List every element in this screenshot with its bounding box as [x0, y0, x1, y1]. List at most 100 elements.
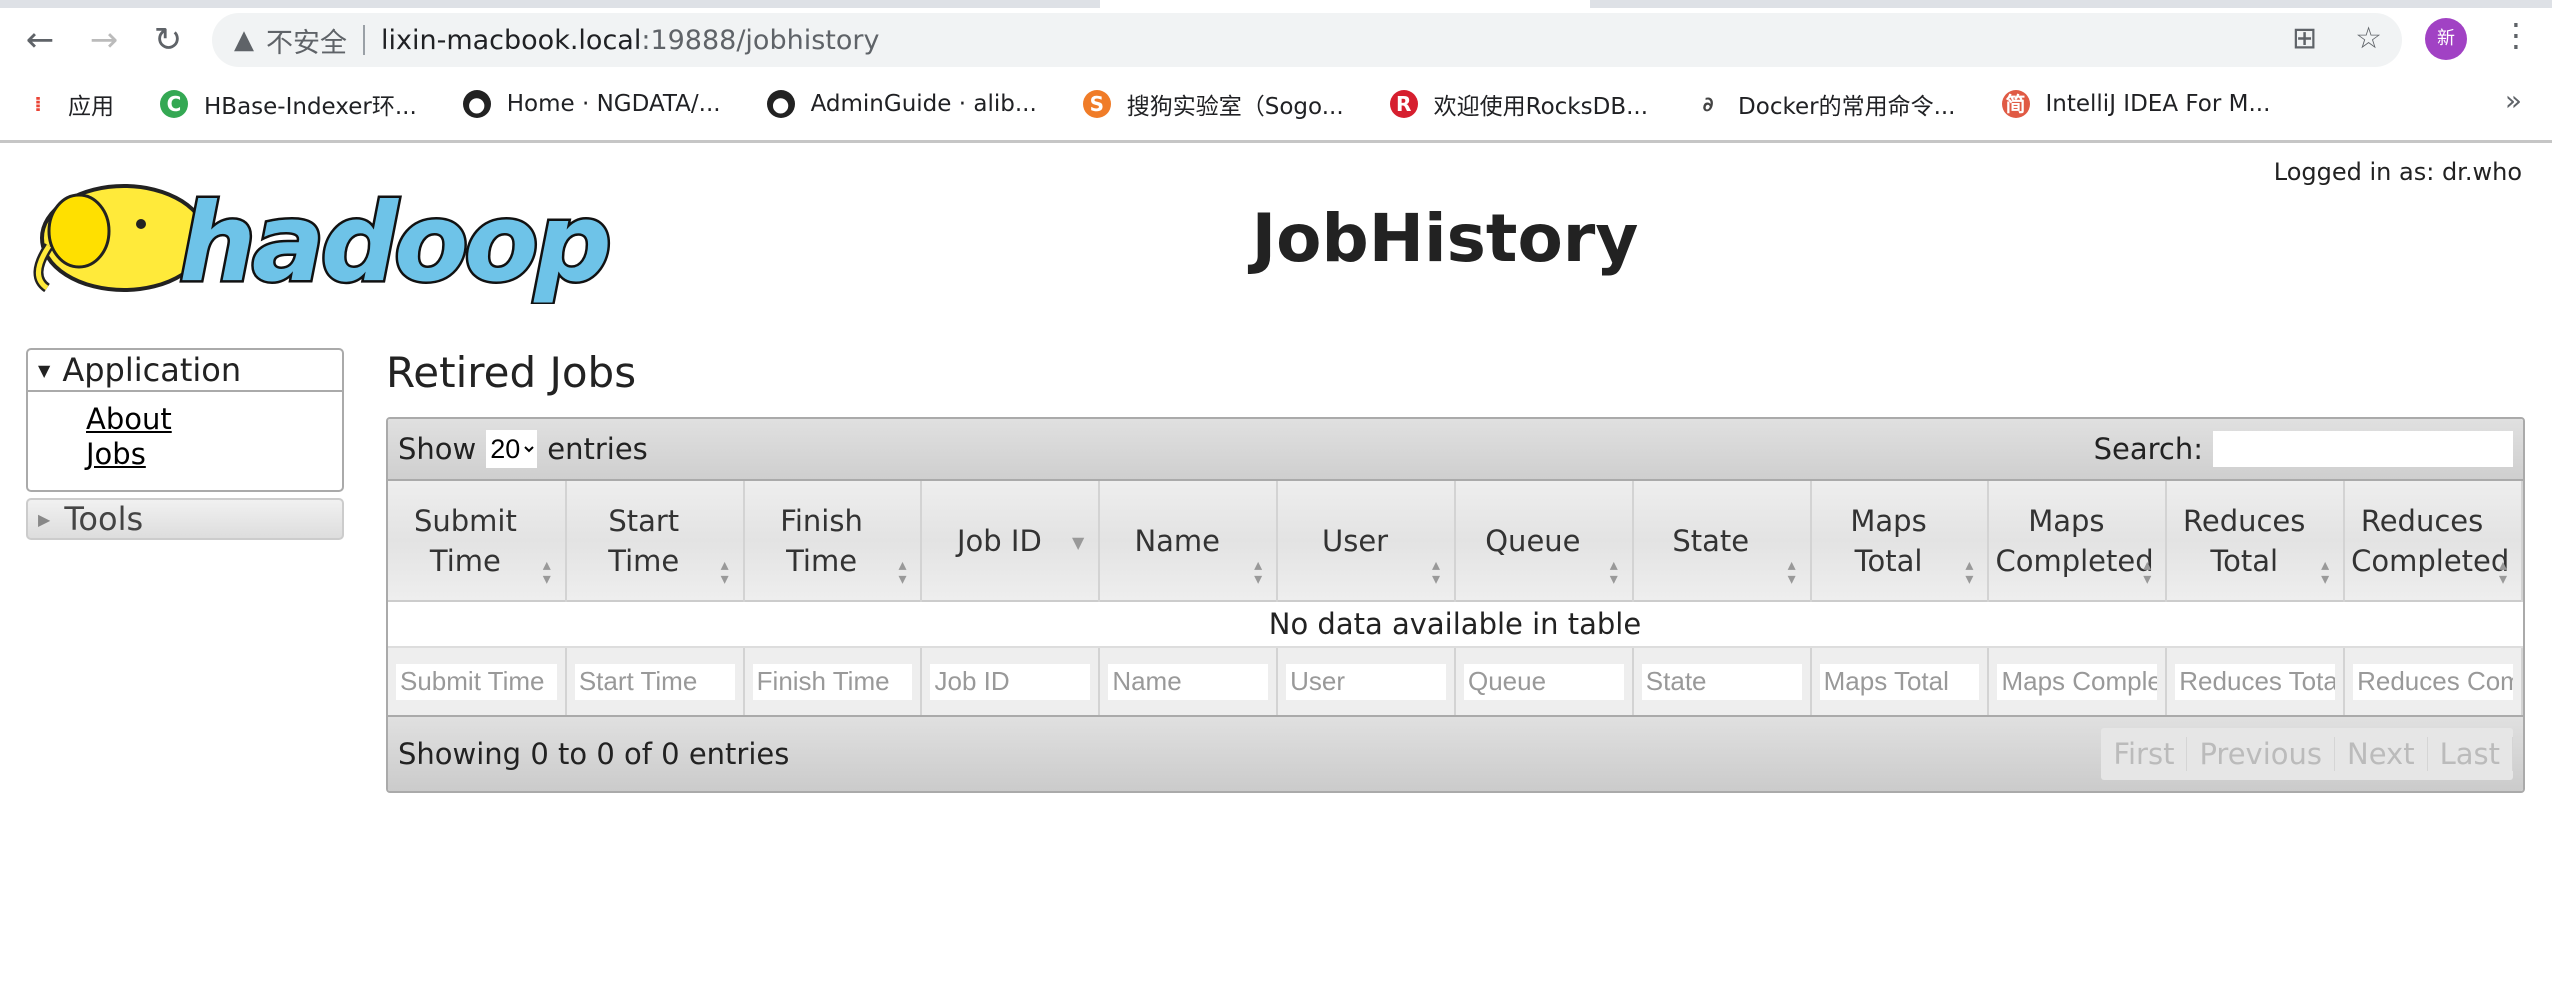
column-header[interactable]: Reduces Total ▴ ▾ [2166, 481, 2346, 601]
menu-icon[interactable]: ⋮ [2500, 16, 2532, 54]
url-host: lixin-macbook.local [381, 24, 642, 56]
back-icon[interactable]: ← [18, 18, 62, 62]
column-header[interactable]: Finish Time ▴ ▾ [743, 481, 923, 601]
column-filter-input[interactable] [2175, 663, 2336, 700]
caret-right-icon: ▶ [38, 509, 51, 529]
show-label: Show [398, 432, 477, 466]
column-filter-input[interactable] [2353, 663, 2513, 700]
column-filter-input[interactable] [1286, 663, 1446, 700]
application-menu: ▼ Application About Jobs [26, 348, 344, 492]
filter-cell [1099, 647, 1279, 715]
column-filter-input[interactable] [574, 663, 735, 700]
filter-cell [921, 647, 1101, 715]
column-header[interactable]: Submit Time ▴ ▾ [388, 481, 567, 601]
filter-cell [1988, 647, 2168, 715]
column-header[interactable]: State ▴ ▾ [1632, 481, 1812, 601]
bookmark[interactable]: C HBase-Indexer环... [160, 87, 417, 121]
sidebar-link-about[interactable]: About [86, 402, 342, 437]
column-header[interactable]: User ▴ ▾ [1277, 481, 1456, 601]
sort-icon: ▴ ▾ [1609, 555, 1618, 588]
bookmarks-more-icon[interactable]: » [2505, 84, 2522, 117]
bookmark-label: HBase-Indexer环... [204, 94, 417, 120]
sidebar-link-jobs[interactable]: Jobs [86, 437, 342, 472]
bookmark[interactable]: ∂ Docker的常用命令... [1694, 87, 1956, 121]
column-header[interactable]: Job ID ▼ [921, 481, 1101, 601]
bookmark[interactable]: 简 IntelliJ IDEA For M... [2001, 90, 2271, 118]
logged-in-user: Logged in as: dr.who [2273, 158, 2522, 186]
column-label: Submit Time [413, 503, 517, 578]
sort-icon: ▴ ▾ [542, 555, 551, 588]
avatar[interactable]: 新 [2425, 18, 2467, 60]
column-filter-input[interactable] [1108, 663, 1269, 700]
bookmark[interactable]: ⁞ 应用 [24, 87, 114, 121]
active-tab[interactable] [1100, 0, 1590, 8]
column-filter-input[interactable] [1641, 663, 1802, 700]
bookmark-label: Docker的常用命令... [1738, 94, 1956, 120]
bookmarks-bar: ⁞ 应用 C HBase-Indexer环... ● Home · NGDATA/... ●… [24, 84, 2316, 124]
column-label: Queue [1485, 523, 1581, 558]
column-header[interactable]: Maps Total ▴ ▾ [1810, 481, 1990, 601]
column-label: Finish Time [780, 503, 863, 578]
bookmark[interactable]: ● AdminGuide · alib... [766, 90, 1037, 118]
jobs-table: Submit Time ▴ ▾ Start Time ▴ ▾ Finish Time ▴ ▾ Jo… [388, 481, 2523, 715]
jian-icon: 简 [2001, 90, 2030, 118]
bookmark[interactable]: ● Home · NGDATA/... [462, 90, 721, 118]
url-path: :19888/jobhistory [641, 24, 880, 56]
search-input[interactable] [2213, 431, 2513, 467]
bookmark-label: 应用 [68, 94, 114, 120]
docker-icon: ∂ [1702, 92, 1714, 116]
translate-icon[interactable]: ⊞ [2292, 21, 2317, 56]
column-label: User [1322, 523, 1389, 558]
apps-grid-icon: ⁞ [34, 92, 42, 116]
column-label: Start Time [608, 503, 680, 578]
bookmark-label: 欢迎使用RocksDB... [1433, 94, 1649, 120]
address-bar[interactable]: ▲ 不安全 lixin-macbook.local:19888/jobhisto… [212, 13, 2402, 67]
column-label: Reduces Completed [2351, 503, 2510, 578]
pager-first-button[interactable]: First [2101, 737, 2188, 771]
column-filter-input[interactable] [930, 663, 1091, 700]
c-icon: C [160, 90, 188, 118]
application-header[interactable]: ▼ Application [28, 350, 342, 392]
column-label: Job ID [956, 523, 1042, 558]
column-label: State [1672, 523, 1750, 558]
page-size-select[interactable]: 20 [486, 430, 538, 468]
column-header[interactable]: Name ▴ ▾ [1099, 481, 1279, 601]
page-title: JobHistory [1251, 200, 1639, 277]
bookmark-label: AdminGuide · alib... [810, 91, 1037, 117]
pager-next-button[interactable]: Next [2335, 737, 2428, 771]
column-label: Name [1134, 523, 1220, 558]
star-icon[interactable]: ☆ [2355, 21, 2382, 56]
pagination: First Previous Next Last [2101, 728, 2513, 780]
filter-cell [1454, 647, 1634, 715]
bookmark[interactable]: R 欢迎使用RocksDB... [1389, 87, 1649, 121]
warning-icon: ▲ [234, 25, 254, 55]
tools-label: Tools [64, 500, 144, 538]
sort-icon: ▴ ▾ [2143, 555, 2152, 588]
sogou-icon: S [1082, 90, 1111, 118]
entries-label: entries [547, 432, 648, 466]
forward-icon[interactable]: → [82, 18, 126, 62]
sort-icon: ▴ ▾ [2321, 555, 2330, 588]
column-filter-input[interactable] [1997, 663, 2158, 700]
pager-previous-button[interactable]: Previous [2187, 737, 2336, 771]
application-label: Application [62, 351, 242, 389]
sort-icon: ▴ ▾ [1787, 555, 1796, 588]
bookmark[interactable]: S 搜狗实验室（Sogo... [1082, 87, 1344, 121]
column-header[interactable]: Maps Completed ▴ ▾ [1988, 481, 2168, 601]
column-header[interactable]: Queue ▴ ▾ [1454, 481, 1634, 601]
column-filter-input[interactable] [1463, 663, 1624, 700]
pager-last-button[interactable]: Last [2428, 737, 2513, 771]
column-header[interactable]: Reduces Completed ▴ ▾ [2344, 481, 2523, 601]
caret-down-icon: ▼ [38, 360, 51, 380]
sidebar: ▼ Application About Jobs ▶ Tools [26, 348, 344, 540]
column-header[interactable]: Start Time ▴ ▾ [565, 481, 745, 601]
reload-icon[interactable]: ↻ [146, 18, 190, 62]
column-filter-input[interactable] [1819, 663, 1980, 700]
column-label: Maps Completed [1995, 503, 2154, 578]
bookmark-label: 搜狗实验室（Sogo... [1126, 94, 1344, 120]
bookmark-label: IntelliJ IDEA For M... [2045, 91, 2271, 117]
filter-cell [388, 647, 567, 715]
column-filter-input[interactable] [752, 663, 913, 700]
tools-menu[interactable]: ▶ Tools [26, 498, 344, 540]
column-filter-input[interactable] [396, 663, 557, 700]
